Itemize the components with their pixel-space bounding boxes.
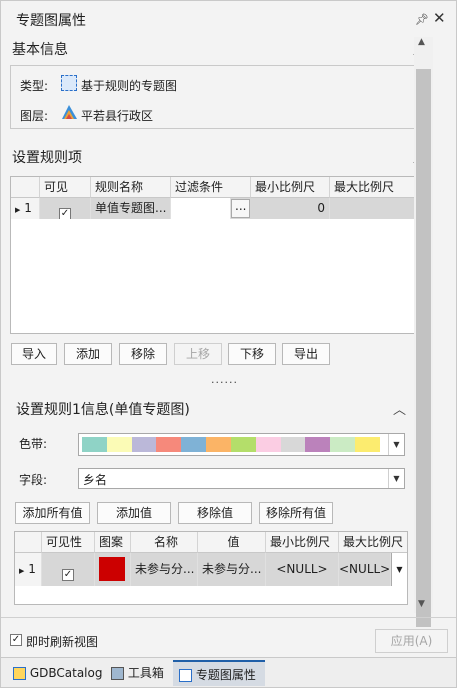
table-row[interactable]: ▶ 1 ✓ 未参与分... 未参与分... <NULL> <NULL> ▼ bbox=[15, 553, 407, 586]
col-header-rule-name[interactable]: 规则名称 bbox=[91, 177, 171, 198]
visible-checkbox[interactable]: ✓ bbox=[59, 208, 71, 219]
pin-icon[interactable]: 📌︎ bbox=[415, 13, 429, 26]
theme-icon bbox=[179, 669, 192, 682]
ribbon-swatch-10 bbox=[305, 437, 331, 452]
filter-input[interactable] bbox=[171, 198, 231, 219]
col-header-pattern[interactable]: 图案 bbox=[95, 532, 131, 553]
basic-info-title: 基本信息 bbox=[12, 42, 68, 58]
import-button[interactable]: 导入 bbox=[11, 343, 57, 365]
rule-name-cell[interactable]: 单值专题图... bbox=[91, 198, 171, 219]
min-scale-cell[interactable]: 0 bbox=[251, 198, 330, 219]
splitter-handle[interactable]: ...... bbox=[211, 373, 238, 386]
name-cell[interactable]: 未参与分... bbox=[131, 553, 198, 586]
ribbon-swatch-11 bbox=[330, 437, 356, 452]
values-table: 可见性 图案 名称 值 最小比例尺 最大比例尺 ▶ 1 ✓ 未参与分... 未参… bbox=[14, 531, 408, 605]
ribbon-swatch-5 bbox=[181, 437, 207, 452]
chevron-down-icon[interactable]: ▼ bbox=[391, 553, 407, 586]
col-header-value[interactable]: 值 bbox=[198, 532, 266, 553]
add-all-values-button[interactable]: 添加所有值 bbox=[15, 502, 90, 524]
ribbon-label: 色带: bbox=[19, 437, 48, 451]
refresh-checkbox[interactable]: ✓ bbox=[10, 634, 22, 646]
table-row[interactable]: ▶ 1 ✓ 单值专题图... ... 0 0 bbox=[11, 198, 428, 219]
move-down-button[interactable]: 下移 bbox=[228, 343, 276, 365]
visibility-checkbox[interactable]: ✓ bbox=[62, 569, 74, 581]
chevron-down-icon[interactable]: ▼ bbox=[388, 434, 404, 455]
layer-value: 平若县行政区 bbox=[81, 109, 154, 123]
col-header-visibility[interactable]: 可见性 bbox=[42, 532, 95, 553]
ribbon-swatch-2 bbox=[106, 437, 132, 452]
tab-toolbox[interactable]: 工具箱 bbox=[105, 660, 171, 686]
remove-rule-button[interactable]: 移除 bbox=[119, 343, 167, 365]
rule-theme-icon bbox=[61, 75, 77, 91]
basic-info-group: 类型: 基于规则的专题图 图层: 平若县行政区 bbox=[10, 65, 433, 129]
move-up-button[interactable]: 上移 bbox=[174, 343, 222, 365]
ribbon-swatch-8 bbox=[255, 437, 281, 452]
field-select[interactable]: 乡名 ▼ bbox=[78, 468, 405, 489]
min-scale-cell[interactable]: <NULL> bbox=[266, 553, 339, 586]
chevron-down-icon[interactable]: ▼ bbox=[388, 469, 404, 488]
max-scale-cell[interactable]: <NULL> bbox=[339, 553, 391, 586]
footer-divider bbox=[1, 617, 456, 618]
add-rule-button[interactable]: 添加 bbox=[64, 343, 112, 365]
bottom-tab-bar: GDBCatalog 工具箱 专题图属性 bbox=[1, 657, 456, 687]
col-header-filter[interactable]: 过滤条件 bbox=[171, 177, 251, 198]
export-button[interactable]: 导出 bbox=[282, 343, 330, 365]
type-value: 基于规则的专题图 bbox=[81, 79, 178, 93]
ribbon-swatch-4 bbox=[156, 437, 182, 452]
visible-cell[interactable]: ✓ bbox=[40, 198, 91, 219]
ribbon-swatch-6 bbox=[206, 437, 231, 452]
rules-section-title: 设置规则项 bbox=[12, 150, 82, 166]
col-header-max-scale[interactable]: 最大比例尺 bbox=[339, 532, 407, 553]
add-value-button[interactable]: 添加值 bbox=[97, 502, 171, 524]
rules-table: 可见 规则名称 过滤条件 最小比例尺 最大比例尺 ▶ 1 ✓ 单值专题图... … bbox=[10, 176, 429, 334]
layer-icon bbox=[62, 105, 77, 119]
col-header-visible[interactable]: 可见 bbox=[40, 177, 91, 198]
ribbon-swatch-3 bbox=[131, 437, 157, 452]
refresh-label[interactable]: 即时刷新视图 bbox=[26, 633, 98, 650]
toolbox-icon bbox=[111, 667, 124, 680]
field-label: 字段: bbox=[19, 473, 48, 487]
catalog-icon bbox=[13, 667, 26, 680]
apply-button[interactable]: 应用(A) bbox=[375, 629, 448, 653]
col-header-min-scale[interactable]: 最小比例尺 bbox=[266, 532, 339, 553]
ribbon-swatch-12 bbox=[355, 437, 380, 452]
ribbon-swatch-9 bbox=[280, 437, 306, 452]
remove-all-values-button[interactable]: 移除所有值 bbox=[259, 502, 333, 524]
row-indicator: ▶ 1 bbox=[15, 553, 42, 586]
scroll-up-icon[interactable]: ▲ bbox=[418, 37, 425, 47]
pattern-cell[interactable] bbox=[95, 553, 131, 586]
scrollbar-thumb[interactable] bbox=[416, 69, 431, 627]
ribbon-swatch-7 bbox=[230, 437, 256, 452]
color-ribbon-preview bbox=[82, 437, 380, 452]
tab-gdbcatalog[interactable]: GDBCatalog bbox=[7, 660, 103, 686]
row-indicator: ▶ 1 bbox=[11, 198, 40, 219]
row-header-corner bbox=[11, 177, 40, 198]
scroll-down-icon[interactable]: ▼ bbox=[418, 599, 425, 609]
ribbon-swatch-1 bbox=[82, 437, 107, 452]
pattern-swatch bbox=[99, 557, 125, 581]
visibility-cell[interactable]: ✓ bbox=[42, 553, 95, 586]
collapse-rule-info-icon[interactable]: ︿ bbox=[393, 399, 406, 418]
type-label: 类型: bbox=[20, 79, 49, 93]
rule-info-title: 设置规则1信息(单值专题图) bbox=[16, 402, 190, 418]
panel-title: 专题图属性 bbox=[16, 13, 86, 29]
vertical-scrollbar[interactable]: ▲ ▼ bbox=[414, 37, 433, 627]
row-header-corner bbox=[15, 532, 42, 553]
close-icon[interactable]: ✕ bbox=[433, 9, 446, 27]
filter-more-button[interactable]: ... bbox=[231, 199, 250, 218]
col-header-min-scale[interactable]: 最小比例尺 bbox=[251, 177, 330, 198]
col-header-name[interactable]: 名称 bbox=[131, 532, 198, 553]
title-bar: 专题图属性 📌︎ ✕ bbox=[1, 1, 456, 35]
tab-theme-properties[interactable]: 专题图属性 bbox=[173, 660, 265, 686]
value-cell[interactable]: 未参与分... bbox=[198, 553, 266, 586]
remove-value-button[interactable]: 移除值 bbox=[178, 502, 252, 524]
field-value: 乡名 bbox=[83, 473, 108, 487]
layer-label: 图层: bbox=[20, 109, 49, 123]
color-ribbon-select[interactable]: ▼ bbox=[78, 433, 405, 456]
